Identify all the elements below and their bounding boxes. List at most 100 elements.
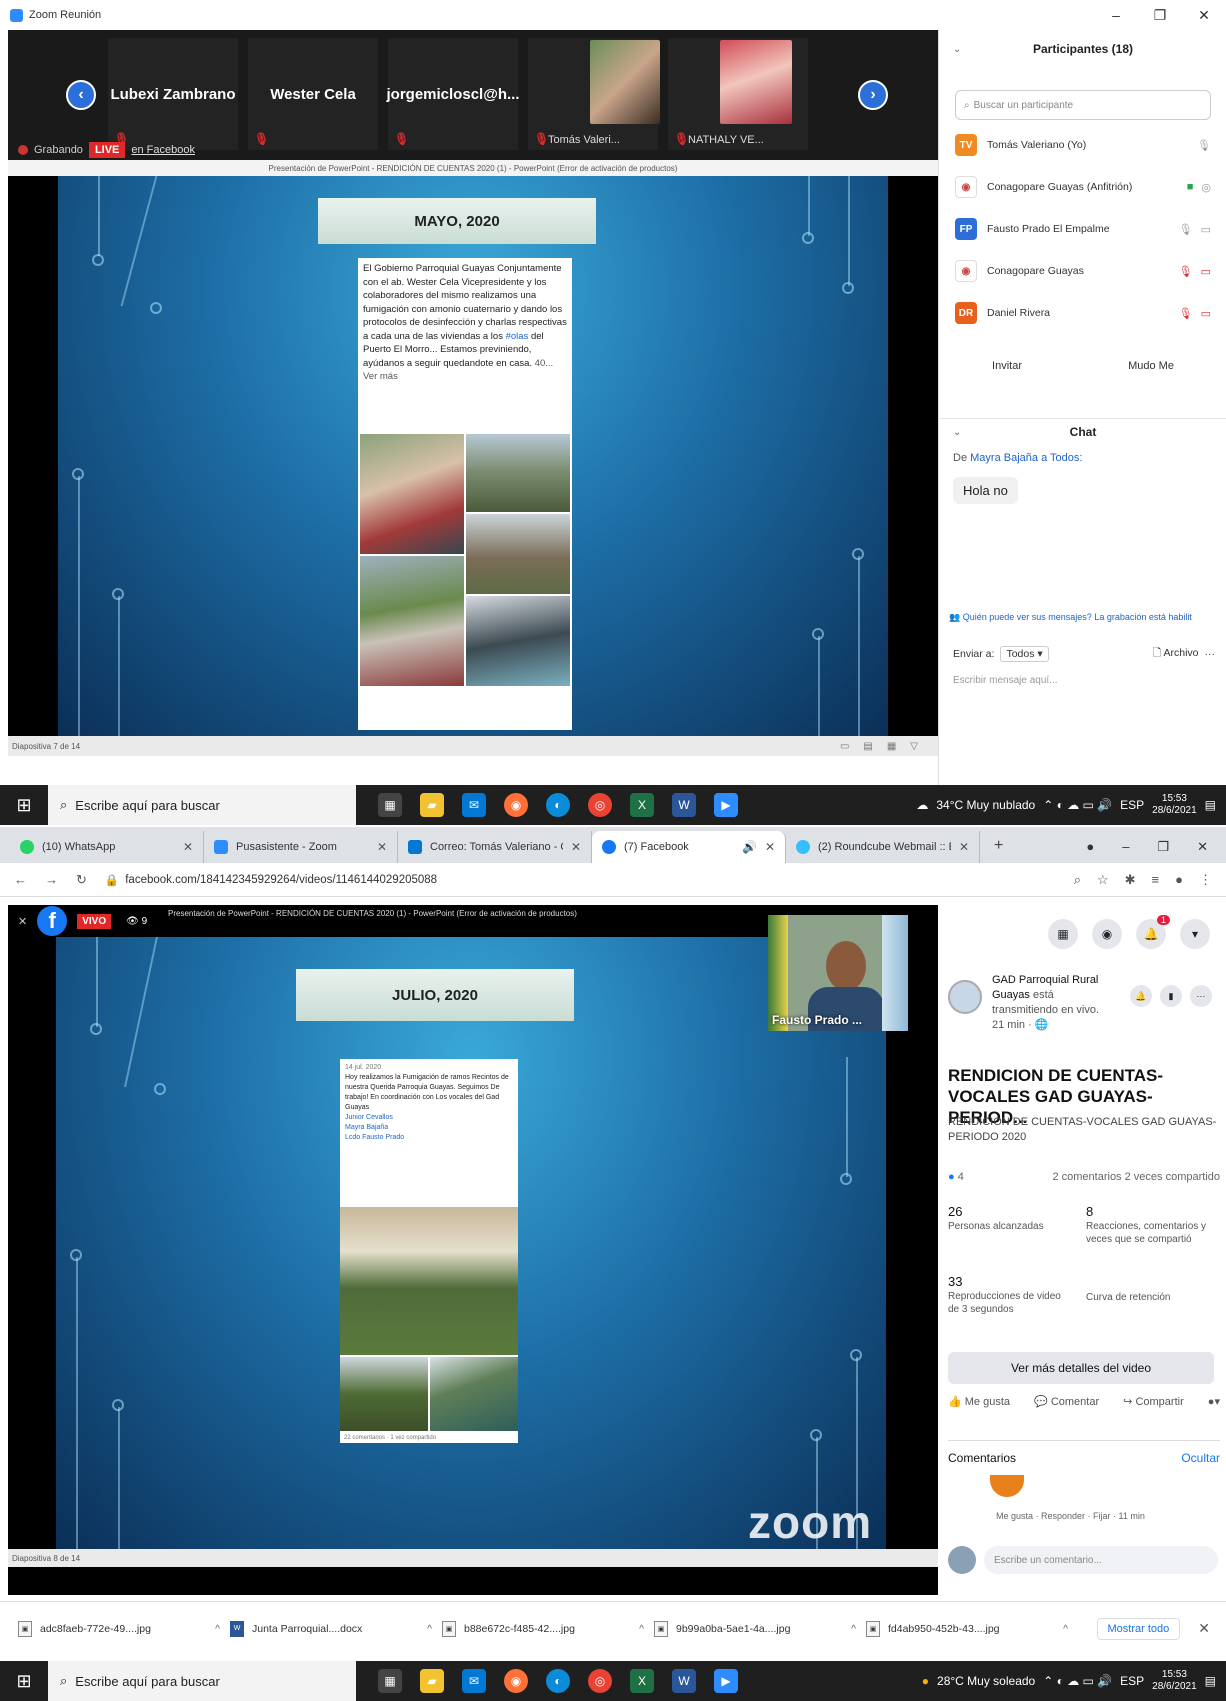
- tab-whatsapp[interactable]: (10) WhatsApp ✕: [10, 831, 204, 863]
- comment-input[interactable]: Escribe un comentario...: [984, 1546, 1218, 1574]
- view-icon[interactable]: ▭: [840, 741, 849, 752]
- close-icon[interactable]: ✕: [18, 915, 27, 928]
- comments-shares-count[interactable]: 2 comentarios 2 veces compartido: [1052, 1171, 1220, 1183]
- file-button[interactable]: 🗋 Archivo: [1153, 645, 1199, 663]
- tray-icons[interactable]: ⌃ ◐ ☁ ▭ 🔊: [1043, 1674, 1112, 1688]
- zoom-app-icon[interactable]: ▶: [714, 1669, 738, 1693]
- notify-icon[interactable]: 🔔: [1130, 985, 1152, 1007]
- apps-grid-icon[interactable]: ▦: [1048, 919, 1078, 949]
- restore-icon[interactable]: ❐: [1157, 839, 1169, 855]
- edge-icon[interactable]: ◐: [546, 1669, 570, 1693]
- file-explorer-icon[interactable]: ▰: [420, 1669, 444, 1693]
- taskbar-search-input[interactable]: ⌕ Escribe aquí para buscar: [48, 785, 356, 825]
- chevron-up-icon[interactable]: ^: [851, 1623, 856, 1635]
- close-tab-icon[interactable]: ✕: [377, 840, 387, 854]
- excel-icon[interactable]: X: [630, 1669, 654, 1693]
- reload-icon[interactable]: ↻: [76, 872, 87, 888]
- word-icon[interactable]: W: [672, 1669, 696, 1693]
- firefox-icon[interactable]: ◉: [504, 1669, 528, 1693]
- chevron-up-icon[interactable]: ^: [1063, 1623, 1068, 1635]
- star-icon[interactable]: ☆: [1097, 872, 1109, 888]
- gallery-next-button[interactable]: ›: [858, 80, 888, 110]
- firefox-icon[interactable]: ◉: [504, 793, 528, 817]
- account-menu-icon[interactable]: ▾: [1180, 919, 1210, 949]
- download-item[interactable]: ▣ adc8faeb-772e-49....jpg ^: [18, 1620, 220, 1637]
- more-icon[interactable]: ···: [1205, 648, 1216, 660]
- mail-icon[interactable]: ✉: [462, 1669, 486, 1693]
- chevron-up-icon[interactable]: ^: [639, 1623, 644, 1635]
- menu-icon[interactable]: ⋮: [1199, 872, 1212, 888]
- messenger-icon[interactable]: ◉: [1092, 919, 1122, 949]
- show-all-downloads-button[interactable]: Mostrar todo: [1096, 1617, 1181, 1640]
- close-tab-icon[interactable]: ✕: [959, 840, 969, 854]
- live-platform-menu[interactable]: en Facebook: [131, 144, 195, 156]
- download-item[interactable]: W Junta Parroquial....docx ^: [230, 1620, 432, 1637]
- facebook-live-video[interactable]: JULIO, 2020 14 jul. 2020 Hoy realizamos …: [8, 905, 938, 1595]
- close-icon[interactable]: ✕: [1182, 0, 1226, 30]
- gallery-tile-3[interactable]: jorgemicloscl@h... 🎙: [387, 38, 520, 150]
- gallery-tile-2[interactable]: Wester Cela 🎙: [248, 38, 378, 150]
- windows-start-icon[interactable]: ⊞: [0, 1661, 48, 1701]
- gallery-prev-button[interactable]: ‹: [66, 80, 96, 110]
- edge-icon[interactable]: ◐: [546, 793, 570, 817]
- task-view-icon[interactable]: ▦: [378, 1669, 402, 1693]
- zoom-lens-icon[interactable]: ⌕: [1074, 872, 1081, 888]
- download-item[interactable]: ▣ fd4ab950-452b-43....jpg ^: [866, 1620, 1068, 1637]
- chrome-icon[interactable]: ◎: [588, 1669, 612, 1693]
- tab-zoom[interactable]: Pusasistente - Zoom ✕: [204, 831, 398, 863]
- comment-actions[interactable]: Me gusta · Responder · Fijar · 11 min: [996, 1511, 1145, 1521]
- tab-facebook[interactable]: (7) Facebook 🔊 ✕: [592, 831, 786, 863]
- restore-icon[interactable]: ❐: [1138, 0, 1182, 30]
- gallery-tile-1[interactable]: Lubexi Zambrano 🎙: [108, 38, 238, 150]
- minimize-icon[interactable]: –: [1094, 0, 1138, 30]
- comment-button[interactable]: 💬 Comentar: [1034, 1395, 1099, 1408]
- view-icon[interactable]: ▦: [887, 741, 896, 752]
- forward-icon[interactable]: →: [45, 872, 58, 887]
- close-tab-icon[interactable]: ✕: [765, 840, 775, 854]
- excel-icon[interactable]: X: [630, 793, 654, 817]
- minimize-icon[interactable]: –: [1122, 839, 1129, 855]
- gallery-tile-5[interactable]: 🎙 NATHALY VE...: [668, 38, 808, 150]
- chat-privacy-notice[interactable]: 👥 Quién puede ver sus mensajes? La graba…: [949, 612, 1225, 623]
- zoom-app-icon[interactable]: ▶: [714, 793, 738, 817]
- new-tab-icon[interactable]: +: [980, 837, 1017, 863]
- reactions-count[interactable]: ● 4: [948, 1171, 964, 1183]
- participant-row[interactable]: ◉ Conagopare Guayas (Anfitrión) ■ ◎: [955, 170, 1211, 204]
- page-avatar[interactable]: [948, 980, 982, 1014]
- participant-search-input[interactable]: ⌕ Buscar un participante: [955, 90, 1211, 120]
- more-details-button[interactable]: Ver más detalles del video: [948, 1352, 1214, 1384]
- close-icon[interactable]: ✕: [1198, 1620, 1210, 1637]
- task-view-icon[interactable]: ▦: [378, 793, 402, 817]
- weather-text[interactable]: 34°C Muy nublado: [936, 798, 1035, 812]
- share-button[interactable]: ↪ Compartir: [1123, 1395, 1184, 1408]
- mute-me-button[interactable]: Mudo Me: [1128, 360, 1174, 372]
- more-icon[interactable]: ···: [1190, 985, 1212, 1007]
- view-icon[interactable]: ▤: [863, 741, 872, 752]
- weather-text[interactable]: 28°C Muy soleado: [937, 1674, 1035, 1688]
- chevron-down-icon[interactable]: ⌄: [953, 427, 961, 438]
- tab-roundcube[interactable]: (2) Roundcube Webmail :: En...✕: [786, 831, 980, 863]
- chat-recipient-select[interactable]: Todos ▾: [1000, 646, 1049, 662]
- download-item[interactable]: ▣ b88e672c-f485-42....jpg ^: [442, 1620, 644, 1637]
- gallery-tile-4[interactable]: 🎙 Tomás Valeri...: [528, 38, 660, 150]
- notifications-icon[interactable]: 🔔 1: [1136, 915, 1170, 949]
- close-tab-icon[interactable]: ✕: [183, 840, 193, 854]
- invite-button[interactable]: Invitar: [992, 360, 1022, 372]
- hide-comments-link[interactable]: Ocultar: [1181, 1451, 1220, 1465]
- back-icon[interactable]: ←: [14, 872, 27, 887]
- speaker-icon[interactable]: 🔊: [742, 840, 757, 854]
- account-icon[interactable]: ●: [1175, 872, 1183, 888]
- participant-row[interactable]: FP Fausto Prado El Empalme 🎙 ▭: [955, 212, 1211, 246]
- close-icon[interactable]: ✕: [1197, 839, 1208, 855]
- address-bar[interactable]: 🔒 facebook.com/184142345929264/videos/114…: [105, 873, 437, 887]
- participant-row[interactable]: ◉ Conagopare Guayas 🎙 ▭: [955, 254, 1211, 288]
- taskbar-search-input[interactable]: ⌕ Escribe aquí para buscar: [48, 1661, 356, 1701]
- chrome-icon[interactable]: ◎: [588, 793, 612, 817]
- chat-input[interactable]: Escribir mensaje aquí...: [953, 675, 1058, 686]
- reading-list-icon[interactable]: ≡: [1152, 872, 1160, 888]
- profile-selector-icon[interactable]: ●▾: [1208, 1395, 1220, 1408]
- word-icon[interactable]: W: [672, 793, 696, 817]
- chevron-up-icon[interactable]: ^: [215, 1623, 220, 1635]
- participant-row[interactable]: TV Tomás Valeriano (Yo) 🎙: [955, 128, 1211, 162]
- like-button[interactable]: 👍 Me gusta: [948, 1395, 1010, 1408]
